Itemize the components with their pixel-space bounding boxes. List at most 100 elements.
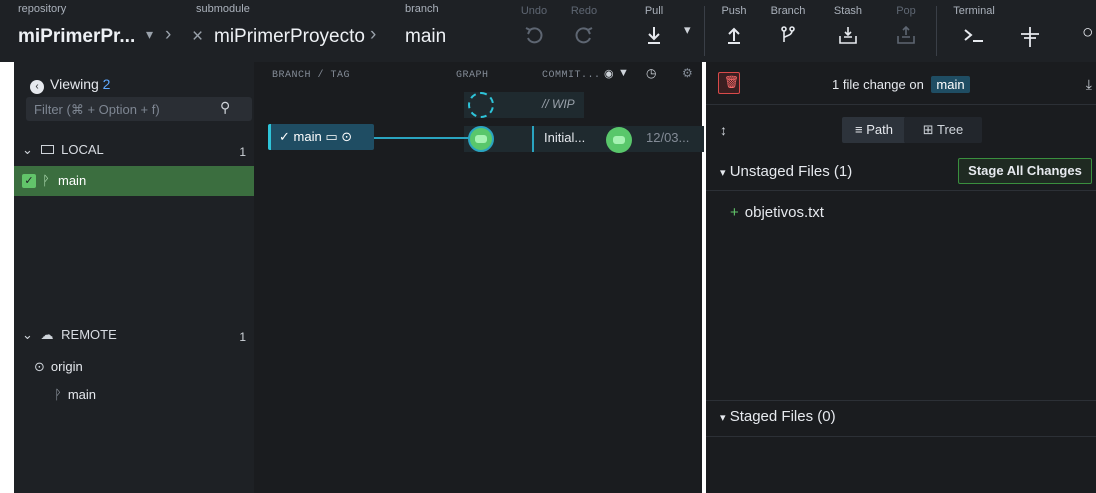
- tree-label: Tree: [937, 122, 964, 137]
- trash-icon: 🗑: [724, 75, 740, 89]
- local-branch-label: main: [58, 173, 87, 188]
- repository-dropdown-icon[interactable]: ▾: [146, 26, 153, 43]
- toolbar-divider: [704, 6, 705, 56]
- layout-toggle-button[interactable]: [1010, 4, 1050, 58]
- toolbar-divider: [936, 6, 937, 56]
- pull-button[interactable]: Pull: [630, 4, 678, 58]
- remote-section-header[interactable]: ⌄ ☁ REMOTE 1: [22, 327, 252, 349]
- stash-icon: [839, 27, 857, 44]
- remote-count: 1: [239, 330, 246, 344]
- branch-pill-main[interactable]: ✓ main ▭ ⊙: [268, 124, 374, 150]
- sort-icon[interactable]: ↕: [720, 122, 727, 138]
- push-label: Push: [721, 5, 747, 17]
- pull-label: Pull: [644, 5, 664, 17]
- remote-branch-item[interactable]: ᚹ main: [54, 387, 96, 402]
- chevron-right-icon: ›: [370, 24, 377, 45]
- branch-tag: main: [931, 76, 970, 93]
- branch-tag-column-header[interactable]: BRANCH / TAG: [272, 70, 350, 81]
- clock-icon[interactable]: ◷: [646, 66, 656, 80]
- github-icon: ⊙: [341, 129, 353, 144]
- caret-down-icon: ▾: [720, 167, 726, 179]
- unstaged-label: Unstaged Files (1): [729, 163, 853, 180]
- right-panel: 🗑 1 file change on main ⤓ ↕ ≡ Path ⊞ Tre…: [706, 62, 1096, 493]
- viewing-label: Viewing: [50, 76, 99, 92]
- divider: [706, 400, 1096, 401]
- branch-button-label: Branch: [770, 5, 806, 17]
- left-panel: ‹ Viewing 2 ⚲ ⌄ LOCAL 1 ✓ ᚹ main ⌄ ☁ REMO…: [14, 62, 254, 493]
- local-count: 1: [239, 145, 246, 159]
- staged-files-header[interactable]: ▾ Staged Files (0): [720, 408, 836, 425]
- discard-button[interactable]: 🗑: [718, 72, 740, 94]
- branch-label: branch: [405, 3, 439, 15]
- local-branch-row[interactable]: ✓ ᚹ main: [14, 166, 254, 196]
- wip-node-icon: [468, 92, 494, 118]
- graph-column-header[interactable]: GRAPH: [456, 70, 489, 81]
- commit-date: 12/03...: [646, 130, 690, 145]
- divider: [706, 190, 1096, 191]
- close-submodule-icon[interactable]: ×: [192, 26, 203, 48]
- pop-icon: [897, 25, 915, 44]
- stash-label: Stash: [833, 5, 863, 17]
- file-name: objetivos.txt: [744, 204, 824, 221]
- list-icon: ≡: [855, 122, 863, 137]
- stash-button[interactable]: Stash: [824, 4, 872, 58]
- redo-label: Redo: [570, 5, 598, 17]
- branch-icon: ᚹ: [54, 387, 62, 402]
- path-view-button[interactable]: ≡ Path: [842, 117, 906, 143]
- checkbox-icon[interactable]: ✓: [22, 174, 36, 188]
- redo-button[interactable]: Redo: [560, 4, 608, 58]
- view-icon[interactable]: ◉: [604, 67, 614, 80]
- filter-icon[interactable]: ▼: [618, 67, 629, 79]
- unstaged-file-item[interactable]: + objetivos.txt: [730, 204, 824, 221]
- submodule-name[interactable]: miPrimerProyecto: [214, 26, 365, 48]
- branch-pill-label: main: [293, 129, 322, 144]
- laptop-icon: [40, 145, 54, 154]
- viewing-header: ‹ Viewing 2: [30, 76, 110, 94]
- terminal-icon: [964, 29, 983, 42]
- stage-all-button[interactable]: Stage All Changes: [958, 158, 1092, 184]
- gear-icon[interactable]: ⚙: [682, 66, 693, 80]
- align-icon: [1021, 27, 1039, 47]
- commit-column-header[interactable]: COMMIT...: [542, 70, 601, 81]
- tree-icon: ⊞: [922, 122, 934, 137]
- repository-name[interactable]: miPrimerPr...: [18, 26, 135, 48]
- wip-label: // WIP: [542, 97, 575, 111]
- download-icon[interactable]: ⤓: [1086, 76, 1092, 93]
- search-icon[interactable]: ○: [1082, 22, 1093, 44]
- file-change-summary: 1 file change on main: [832, 76, 970, 93]
- terminal-label: Terminal: [953, 5, 995, 17]
- github-icon: ⊙: [34, 359, 45, 374]
- remote-branch-label: main: [67, 387, 96, 402]
- chevron-right-icon: ›: [165, 24, 172, 45]
- repository-label: repository: [18, 3, 67, 15]
- toolbar: repository miPrimerPr... ▾ › submodule ×…: [0, 0, 1096, 62]
- branch-icon: ᚹ: [42, 173, 50, 188]
- pop-button[interactable]: Pop: [882, 4, 930, 58]
- terminal-button[interactable]: Terminal: [944, 4, 1004, 58]
- unstaged-files-header[interactable]: ▾ Unstaged Files (1): [720, 163, 852, 180]
- path-label: Path: [866, 122, 893, 137]
- submodule-label: submodule: [196, 3, 250, 15]
- tree-view-button[interactable]: ⊞ Tree: [904, 117, 982, 143]
- author-avatar: [606, 127, 632, 153]
- remote-origin-label: origin: [50, 359, 83, 374]
- branch-button[interactable]: Branch: [764, 4, 812, 58]
- divider: [706, 436, 1096, 437]
- file-change-text: 1 file change on: [832, 77, 924, 92]
- filter-input[interactable]: [26, 97, 252, 121]
- collapse-icon[interactable]: ‹: [30, 80, 44, 94]
- commit-avatar: [468, 126, 494, 152]
- undo-button[interactable]: Undo: [510, 4, 558, 58]
- commit-message: Initial...: [544, 130, 586, 145]
- branch-name[interactable]: main: [405, 26, 446, 48]
- divider: [706, 104, 1096, 105]
- redo-icon: [575, 27, 593, 44]
- chevron-down-icon: ⌄: [22, 327, 33, 342]
- remote-origin-item[interactable]: ⊙ origin: [34, 359, 83, 375]
- branch-pill-content: ✓ main ▭ ⊙: [279, 129, 353, 144]
- push-button[interactable]: Push: [710, 4, 758, 58]
- staged-label: Staged Files (0): [729, 408, 836, 425]
- local-section-header[interactable]: ⌄ LOCAL 1: [22, 142, 252, 164]
- pull-options-icon[interactable]: ▾: [684, 22, 691, 38]
- added-icon: +: [730, 204, 739, 221]
